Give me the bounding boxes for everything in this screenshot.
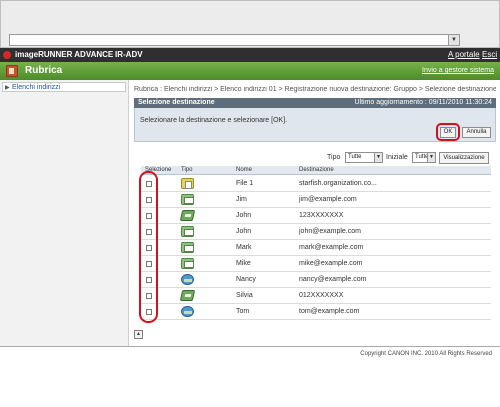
row-destination: 123XXXXXXX [299, 212, 344, 219]
panel-title: Selezione destinazione [138, 99, 215, 106]
row-name: Silvia [236, 292, 253, 299]
table-row: John 123XXXXXXX [141, 208, 491, 224]
panel-header: Selezione destinazione Ultimo aggiorname… [134, 98, 496, 108]
email-icon [181, 194, 194, 205]
table-row: Silvia 012XXXXXXX [141, 288, 491, 304]
row-destination: 012XXXXXXX [299, 292, 344, 299]
table-row: Jim jim@example.com [141, 192, 491, 208]
type-select-value: Tutte [348, 154, 362, 160]
type-select[interactable]: Tutte ▼ [345, 152, 383, 163]
internet-fax-icon [181, 274, 194, 285]
row-destination: mike@example.com [299, 260, 363, 267]
title-bar: Rubrica Invio a gestore sistema [0, 62, 500, 80]
column-header-destination: Destinazione [299, 167, 334, 173]
chevron-down-icon: ▼ [427, 153, 435, 162]
row-name: Nancy [236, 276, 256, 283]
email-icon [181, 258, 194, 269]
table-row: Mark mark@example.com [141, 240, 491, 256]
canon-logo-icon [3, 51, 11, 59]
sidebar-item-label: Elenchi indirizzi [12, 84, 61, 91]
row-destination: starfish.organization.co... [299, 180, 377, 187]
row-name: John [236, 228, 252, 235]
row-name: Tom [236, 308, 250, 315]
row-destination: jim@example.com [299, 196, 357, 203]
initial-filter-label: Iniziale [386, 154, 408, 161]
product-name: imageRUNNER ADVANCE [15, 50, 114, 59]
cancel-button[interactable]: Annulla [462, 127, 491, 138]
row-name: File 1 [236, 180, 254, 187]
ok-button[interactable]: OK [440, 127, 456, 138]
device-name: IR-ADV [115, 50, 143, 59]
exit-link[interactable]: Esci [482, 50, 497, 59]
sidebar: ▶ Elenchi indirizzi [0, 80, 129, 346]
portal-link[interactable]: A portale [448, 50, 480, 59]
scroll-to-top-button[interactable]: ▲ [134, 330, 143, 339]
address-bar[interactable]: ▼ [9, 34, 460, 46]
row-destination: tom@example.com [299, 308, 360, 315]
email-icon [181, 226, 194, 237]
table-row: Nancy nancy@example.com [141, 272, 491, 288]
type-filter-label: Tipo [327, 154, 341, 161]
address-book-icon [6, 65, 18, 77]
table-row: File 1 starfish.organization.co... [141, 176, 491, 192]
page-title: Rubrica [25, 65, 63, 76]
address-dropdown-button[interactable]: ▼ [448, 35, 459, 45]
fax-icon [179, 290, 196, 301]
internet-fax-icon [181, 306, 194, 317]
fax-icon [179, 210, 196, 221]
row-destination: nancy@example.com [299, 276, 367, 283]
browser-toolbar: ▼ [0, 0, 500, 48]
table-row: John john@example.com [141, 224, 491, 240]
last-update: Ultimo aggiornamento : 09/11/2010 11:30:… [354, 99, 492, 106]
instruction-text: Selezionare la destinazione e selezionar… [140, 117, 288, 124]
checkbox-highlight [139, 171, 158, 323]
row-destination: john@example.com [299, 228, 361, 235]
row-name: Mark [236, 244, 252, 251]
send-to-admin-link[interactable]: Invio a gestore sistema [422, 67, 494, 74]
sidebar-item-address-lists[interactable]: ▶ Elenchi indirizzi [2, 82, 126, 92]
app-header: imageRUNNER ADVANCE IR-ADV A portale Esc… [0, 48, 500, 62]
row-name: John [236, 212, 252, 219]
view-button[interactable]: Visualizzazione [439, 152, 489, 164]
column-header-name: Nome [236, 167, 253, 173]
table-row: Mike mike@example.com [141, 256, 491, 272]
table-row: Tom tom@example.com [141, 304, 491, 320]
table-header: Selezione Tipo Nome Destinazione [141, 166, 491, 175]
breadcrumb: Rubrica : Elenchi indirizzi > Elenco ind… [134, 86, 496, 93]
column-header-type: Tipo [181, 167, 193, 173]
email-icon [181, 242, 194, 253]
file-server-icon [181, 178, 194, 189]
copyright: Copyright CANON INC. 2010 All Rights Res… [360, 351, 492, 357]
chevron-down-icon: ▼ [374, 153, 382, 162]
footer: Copyright CANON INC. 2010 All Rights Res… [0, 346, 500, 407]
initial-select[interactable]: Tutte ▼ [412, 152, 436, 163]
filter-row: Tipo Tutte ▼ Iniziale Tutte ▼ Visualizza… [134, 152, 496, 164]
row-destination: mark@example.com [299, 244, 364, 251]
row-name: Mike [236, 260, 251, 267]
row-name: Jim [236, 196, 247, 203]
triangle-right-icon: ▶ [5, 85, 10, 91]
panel-body: Selezionare la destinazione e selezionar… [134, 108, 496, 142]
